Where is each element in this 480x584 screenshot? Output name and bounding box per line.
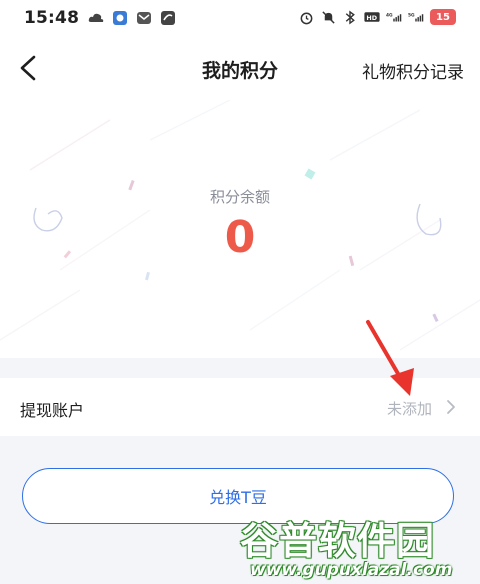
status-left-icons: [88, 10, 176, 26]
withdraw-account-label: 提现账户: [20, 401, 85, 420]
nav-bar: 我的积分 礼物积分记录: [0, 36, 480, 100]
alarm-icon: [298, 9, 314, 25]
svg-text:4G: 4G: [386, 12, 393, 18]
app-icon: [112, 10, 128, 26]
cloud-icon: [88, 10, 104, 26]
signal-4g-icon: 4G: [386, 9, 402, 25]
hd-icon: HD: [364, 9, 380, 25]
gift-points-record-link[interactable]: 礼物积分记录: [362, 58, 464, 83]
watermark: 谷普软件园 www.gupuxlazal.com: [232, 506, 480, 584]
status-time: 15:48: [24, 8, 80, 28]
watermark-text: 谷普软件园: [240, 519, 436, 563]
battery-indicator: 15: [430, 9, 456, 25]
sync-icon: [160, 10, 176, 26]
points-balance-label: 积分余额: [209, 188, 270, 206]
red-arrow-annotation: [366, 320, 414, 396]
signal-5g-icon: 5G: [408, 9, 424, 25]
bluetooth-icon: [342, 9, 358, 25]
withdraw-account-status: 未添加: [386, 400, 432, 418]
watermark-url: www.gupuxlazal.com: [250, 560, 453, 580]
mute-icon: [320, 9, 336, 25]
svg-text:HD: HD: [366, 14, 377, 22]
status-right-icons: HD 4G 5G 15: [298, 9, 456, 25]
points-balance-value: 0: [224, 212, 256, 263]
chevron-right-icon: [447, 400, 455, 414]
status-bar: 15:48 HD 4G 5G 15: [0, 0, 480, 36]
svg-text:5G: 5G: [408, 12, 415, 18]
mail-icon: [136, 10, 152, 26]
